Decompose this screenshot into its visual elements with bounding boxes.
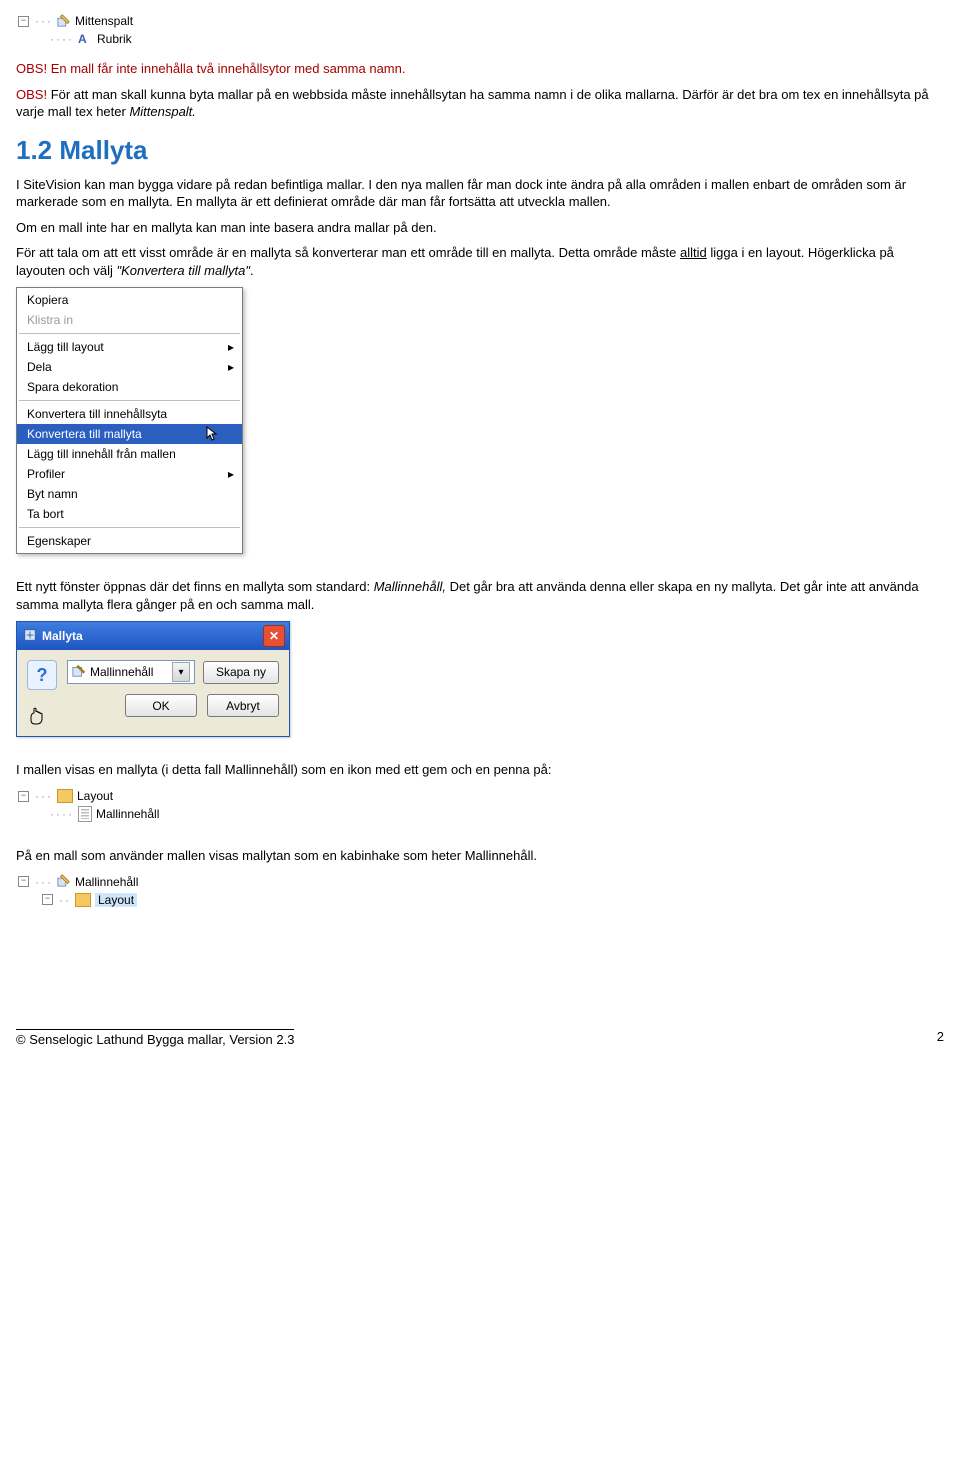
menu-egenskaper[interactable]: Egenskaper: [17, 531, 242, 551]
warning-1: OBS! En mall får inte innehålla två inne…: [16, 60, 944, 78]
mallyta-combo[interactable]: Mallinnehåll ▾: [67, 660, 195, 684]
submenu-arrow-icon: ▸: [228, 340, 234, 354]
tree-label: Mallinnehåll: [96, 807, 159, 821]
page-footer: © Senselogic Lathund Bygga mallar, Versi…: [16, 1029, 944, 1047]
menu-spara-dekoration[interactable]: Spara dekoration: [17, 377, 242, 397]
heading-mallyta: 1.2 Mallyta: [16, 135, 944, 166]
avbryt-button[interactable]: Avbryt: [207, 694, 279, 717]
para-4: Ett nytt fönster öppnas där det finns en…: [16, 578, 944, 613]
dialog-title: Mallyta: [42, 629, 263, 643]
submenu-arrow-icon: ▸: [228, 467, 234, 481]
collapse-icon[interactable]: −: [18, 876, 29, 887]
tree-label: Mallinnehåll: [75, 875, 138, 889]
combo-icon: [72, 664, 86, 681]
layout-icon: [57, 13, 75, 30]
menu-ta-bort[interactable]: Ta bort: [17, 504, 242, 524]
para-1: I SiteVision kan man bygga vidare på red…: [16, 176, 944, 211]
close-icon[interactable]: ✕: [263, 625, 285, 647]
menu-byt-namn[interactable]: Byt namn: [17, 484, 242, 504]
para-2: Om en mall inte har en mallyta kan man i…: [16, 219, 944, 237]
tree-layout-mallinnehall: − ··· Layout ···· Mallinnehåll: [16, 787, 944, 823]
footer-left: © Senselogic Lathund Bygga mallar, Versi…: [16, 1029, 294, 1047]
context-menu: Kopiera Klistra in Lägg till layout▸ Del…: [16, 287, 243, 554]
combo-value: Mallinnehåll: [90, 665, 168, 679]
tree-label: Rubrik: [97, 32, 132, 46]
mallinnehall-icon: [78, 806, 92, 822]
para-5: I mallen visas en mallyta (i detta fall …: [16, 761, 944, 779]
menu-konvertera-innehallsyta[interactable]: Konvertera till innehållsyta: [17, 404, 242, 424]
menu-dela[interactable]: Dela▸: [17, 357, 242, 377]
chevron-down-icon[interactable]: ▾: [172, 662, 190, 682]
mallinnehall-icon: [57, 873, 75, 890]
tree-mallinnehall-layout: − ··· Mallinnehåll − ·· Layout: [16, 873, 944, 909]
mouse-cursor-icon: [206, 426, 220, 445]
help-icon[interactable]: ?: [27, 660, 57, 690]
menu-profiler[interactable]: Profiler▸: [17, 464, 242, 484]
para-6: På en mall som använder mallen visas mal…: [16, 847, 944, 865]
menu-konvertera-mallyta[interactable]: Konvertera till mallyta: [17, 424, 242, 444]
menu-kopiera[interactable]: Kopiera: [17, 290, 242, 310]
mallyta-dialog: Mallyta ✕ ? Mallinnehåll ▾ Skapa ny OK A…: [16, 621, 290, 737]
tree-label: Mittenspalt: [75, 14, 133, 28]
tree-mittenspalt: − ··· Mittenspalt ···· A Rubrik: [16, 12, 944, 48]
dialog-title-bar: Mallyta ✕: [17, 622, 289, 650]
folder-icon: [75, 893, 91, 907]
folder-icon: [57, 789, 73, 803]
submenu-arrow-icon: ▸: [228, 360, 234, 374]
text-icon: A: [78, 32, 94, 46]
collapse-icon[interactable]: −: [18, 791, 29, 802]
collapse-icon[interactable]: −: [18, 16, 29, 27]
skapa-ny-button[interactable]: Skapa ny: [203, 661, 279, 684]
menu-klistra: Klistra in: [17, 310, 242, 330]
collapse-icon[interactable]: −: [42, 894, 53, 905]
menu-lagg-layout[interactable]: Lägg till layout▸: [17, 337, 242, 357]
tree-label-selected[interactable]: Layout: [95, 893, 137, 907]
para-3: För att tala om att ett visst område är …: [16, 244, 944, 279]
page-number: 2: [937, 1029, 944, 1047]
app-icon: [23, 628, 42, 645]
hand-icon: [27, 704, 49, 726]
menu-lagg-innehall[interactable]: Lägg till innehåll från mallen: [17, 444, 242, 464]
ok-button[interactable]: OK: [125, 694, 197, 717]
tree-label: Layout: [77, 789, 113, 803]
warning-2: OBS! För att man skall kunna byta mallar…: [16, 86, 944, 121]
